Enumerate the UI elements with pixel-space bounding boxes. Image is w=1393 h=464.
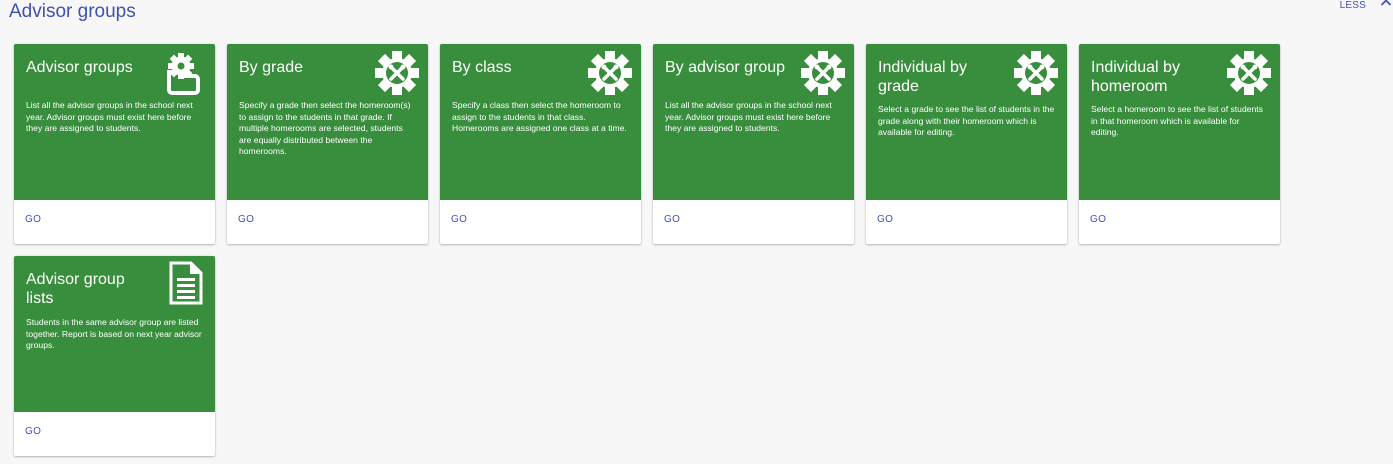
card-description: Students in the same advisor group are l…: [26, 317, 202, 351]
gear-tools-icon: [587, 50, 633, 101]
card-title: Individual by homeroom: [1091, 59, 1180, 95]
card-title: Advisor groups: [26, 59, 133, 76]
gear-tools-icon: [800, 50, 846, 101]
card-header: By class Specify a class then select the…: [440, 44, 641, 200]
card-by-advisor-group: By advisor group List all the advisor gr…: [653, 44, 854, 244]
card-title: By class: [452, 59, 512, 76]
card-advisor-groups: Advisor groups List all the advisor grou…: [14, 44, 215, 244]
card-description: Specify a class then select the homeroom…: [452, 100, 627, 134]
go-button[interactable]: GO: [25, 214, 41, 225]
less-toggle[interactable]: LESS: [1340, 0, 1393, 14]
gear-tools-icon: [374, 50, 420, 101]
card-title: By grade: [239, 59, 304, 76]
chevron-up-icon: [1380, 0, 1392, 6]
card-header: Individual by homeroom Select a homeroom…: [1079, 44, 1280, 200]
card-description: List all the advisor groups in the schoo…: [26, 100, 193, 134]
card-title: Advisor group lists: [26, 271, 125, 307]
go-button[interactable]: GO: [664, 214, 680, 225]
gear-folder-icon: [161, 50, 207, 101]
card-description: Select a grade to see the list of studen…: [878, 104, 1055, 138]
card-individual-by-homeroom: Individual by homeroom Select a homeroom…: [1079, 44, 1280, 244]
card-grid: Advisor groups List all the advisor grou…: [14, 44, 1280, 456]
card-header: By advisor group List all the advisor gr…: [653, 44, 854, 200]
card-title: Individual by grade: [878, 59, 967, 95]
card-by-class: By class Specify a class then select the…: [440, 44, 641, 244]
page-title: Advisor groups: [9, 1, 136, 22]
card-description: List all the advisor groups in the schoo…: [665, 100, 832, 134]
card-description: Specify a grade then select the homeroom…: [239, 100, 411, 157]
card-advisor-group-lists: Advisor group lists Students in the same…: [14, 256, 215, 456]
card-header: Advisor groups List all the advisor grou…: [14, 44, 215, 200]
card-by-grade: By grade Specify a grade then select the…: [227, 44, 428, 244]
card-header: By grade Specify a grade then select the…: [227, 44, 428, 200]
card-header: Individual by grade Select a grade to se…: [866, 44, 1067, 200]
card-description: Select a homeroom to see the list of stu…: [1091, 104, 1263, 138]
less-label: LESS: [1339, 0, 1366, 11]
go-button[interactable]: GO: [877, 214, 893, 225]
gear-tools-icon: [1013, 50, 1059, 101]
go-button[interactable]: GO: [1090, 214, 1106, 225]
card-header: Advisor group lists Students in the same…: [14, 256, 215, 412]
go-button[interactable]: GO: [238, 214, 254, 225]
card-title: By advisor group: [665, 59, 786, 76]
card-individual-by-grade: Individual by grade Select a grade to se…: [866, 44, 1067, 244]
go-button[interactable]: GO: [451, 214, 467, 225]
document-list-icon: [169, 261, 203, 310]
gear-tools-icon: [1226, 50, 1272, 101]
go-button[interactable]: GO: [25, 426, 41, 437]
